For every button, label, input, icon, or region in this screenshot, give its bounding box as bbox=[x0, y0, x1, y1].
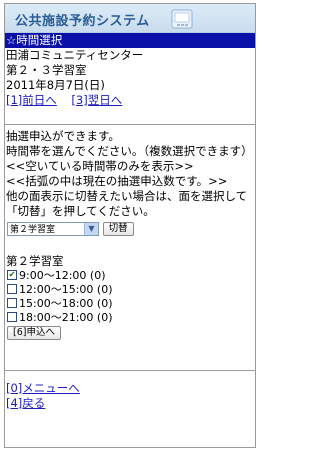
lottery-notice: 抽選申込ができます。 bbox=[6, 129, 120, 143]
room-switch-row: 第２学習室 ▼ 切替 bbox=[5, 222, 255, 240]
header-banner: 公共施設予約システム bbox=[5, 4, 255, 33]
slot-checkbox[interactable] bbox=[7, 312, 17, 322]
room-select-value: 第２学習室 bbox=[10, 225, 56, 235]
lottery-count-note: <<括弧の中は現在の抽選申込数です。>> bbox=[6, 174, 228, 188]
select-time-instruction: 時間帯を選んでください。（複数選択できます） bbox=[6, 144, 253, 158]
facility-name: 田浦コミュニティセンター bbox=[6, 48, 144, 62]
time-slot-row[interactable]: 15:00〜18:00 (0) bbox=[5, 297, 255, 311]
slot-time: 9:00〜12:00 bbox=[19, 269, 87, 282]
day-navigation: [1]前日へ [3]翌日へ bbox=[5, 93, 255, 108]
slot-checkbox[interactable] bbox=[7, 284, 17, 294]
slot-checkbox[interactable] bbox=[7, 298, 17, 308]
footer-nav: [0]メニューへ bbox=[5, 381, 255, 396]
next-day-link[interactable]: [3]翌日へ bbox=[71, 93, 122, 107]
switch-room-instruction: 他の面表示に切替えたい場合は、面を選択して「切替」を押してください。 bbox=[6, 189, 248, 218]
slot-checkbox-checked[interactable]: ✔ bbox=[7, 270, 17, 280]
chevron-down-icon[interactable]: ▼ bbox=[84, 223, 98, 235]
mobile-phone-icon bbox=[171, 9, 193, 29]
slot-time: 12:00〜15:00 bbox=[19, 283, 94, 296]
slot-count: (0) bbox=[96, 297, 113, 310]
slot-count: (0) bbox=[96, 311, 113, 324]
slot-time: 15:00〜18:00 bbox=[19, 297, 94, 310]
slot-time: 18:00〜21:00 bbox=[19, 311, 94, 324]
reservation-date: 2011年8月7日(日) bbox=[6, 78, 105, 92]
slot-count: (0) bbox=[96, 283, 113, 296]
room-heading: 第２学習室 bbox=[6, 254, 64, 268]
available-only-note: <<空いている時間帯のみを表示>> bbox=[6, 159, 194, 173]
prev-day-link[interactable]: [1]前日へ bbox=[6, 93, 57, 107]
time-slot-row[interactable]: 12:00〜15:00 (0) bbox=[5, 283, 255, 297]
room-select-dropdown[interactable]: 第２学習室 ▼ bbox=[7, 222, 99, 236]
apply-button[interactable]: [6]申込へ bbox=[7, 326, 61, 340]
system-title: 公共施設予約システム bbox=[15, 14, 150, 29]
back-link[interactable]: [4]戻る bbox=[6, 396, 45, 410]
menu-link[interactable]: [0]メニューへ bbox=[6, 381, 80, 395]
time-slot-row[interactable]: 18:00〜21:00 (0) bbox=[5, 311, 255, 325]
slot-count: (0) bbox=[89, 269, 106, 282]
footer-nav: [4]戻る bbox=[5, 396, 255, 411]
switch-button[interactable]: 切替 bbox=[102, 222, 134, 236]
time-slot-row[interactable]: ✔ 9:00〜12:00 (0) bbox=[5, 269, 255, 283]
mobile-page: 公共施設予約システム ☆時間選択 田浦コミュニティセンター 第２・３学習室 20… bbox=[4, 3, 256, 448]
section-title-bar: ☆時間選択 bbox=[5, 33, 255, 48]
room-name: 第２・３学習室 bbox=[6, 63, 87, 77]
